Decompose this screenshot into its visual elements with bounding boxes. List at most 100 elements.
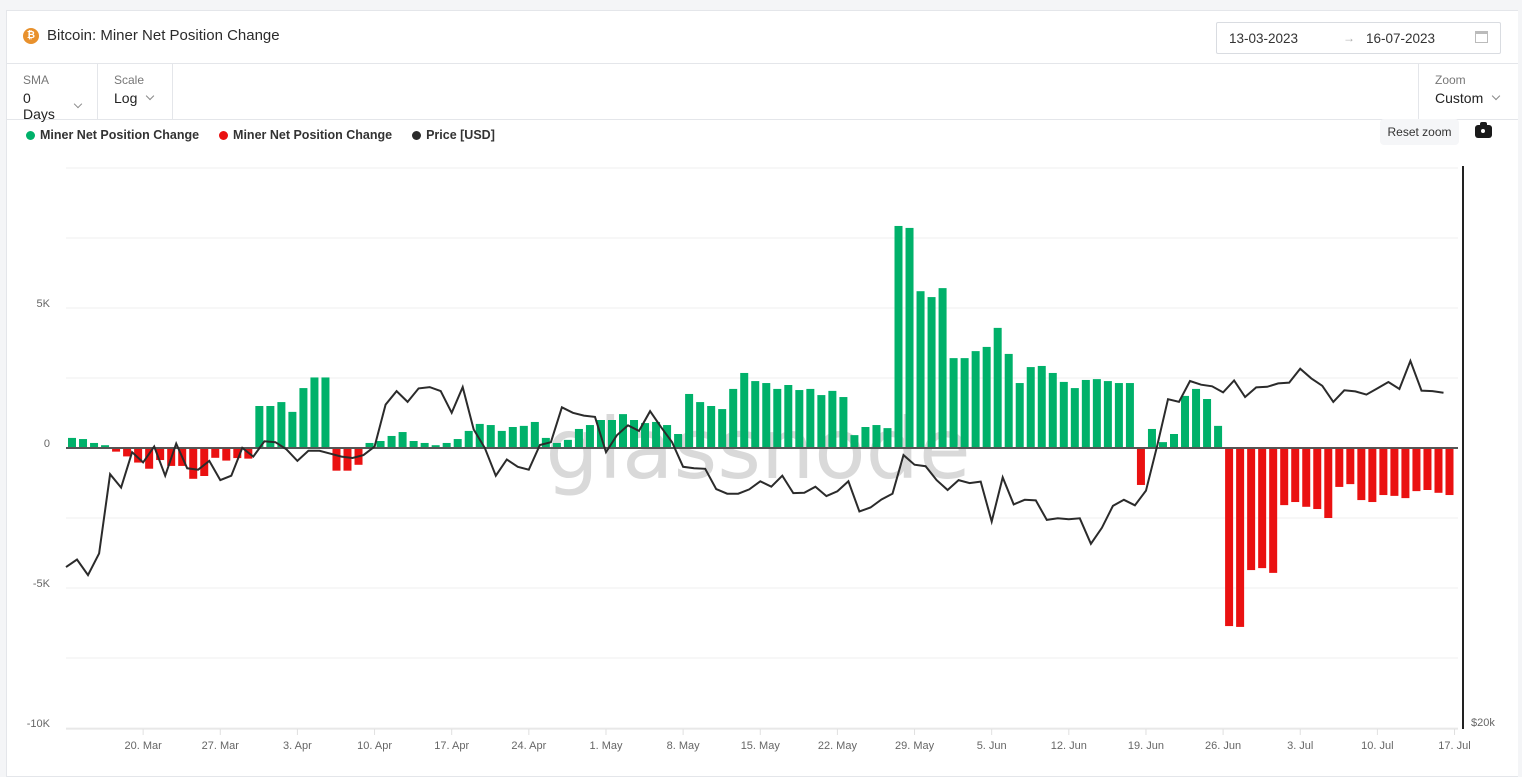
bar-positive[interactable] <box>1048 372 1057 448</box>
bar-positive[interactable] <box>839 397 848 448</box>
bar-positive[interactable] <box>630 420 639 448</box>
bar-positive[interactable] <box>1170 434 1178 448</box>
bar-negative[interactable] <box>1412 448 1421 492</box>
bar-negative[interactable] <box>332 448 341 471</box>
bar-positive[interactable] <box>850 435 859 448</box>
bar-positive[interactable] <box>806 388 815 448</box>
bar-positive[interactable] <box>1147 428 1156 448</box>
bar-positive[interactable] <box>729 388 738 448</box>
bar-positive[interactable] <box>674 434 683 448</box>
bar-positive[interactable] <box>1214 425 1223 448</box>
bar-positive[interactable] <box>310 377 319 448</box>
bar-positive[interactable] <box>68 437 76 448</box>
bar-negative[interactable] <box>1445 448 1454 496</box>
bar-negative[interactable] <box>1379 448 1388 496</box>
bar-positive[interactable] <box>464 430 473 448</box>
bar-positive[interactable] <box>993 327 1002 448</box>
bar-positive[interactable] <box>1114 383 1123 448</box>
bar-positive[interactable] <box>409 441 418 448</box>
bar-negative[interactable] <box>1324 448 1333 518</box>
bar-negative[interactable] <box>343 448 352 471</box>
bar-positive[interactable] <box>894 225 903 448</box>
bar-positive[interactable] <box>707 406 716 448</box>
bar-negative[interactable] <box>1258 448 1267 569</box>
bar-negative[interactable] <box>1291 448 1300 503</box>
bar-positive[interactable] <box>508 427 517 448</box>
bar-positive[interactable] <box>949 358 958 448</box>
bar-positive[interactable] <box>1081 379 1090 448</box>
bar-positive[interactable] <box>1192 388 1201 448</box>
bar-negative[interactable] <box>123 448 132 457</box>
bar-positive[interactable] <box>718 409 727 448</box>
bar-positive[interactable] <box>1026 367 1035 448</box>
bar-positive[interactable] <box>277 402 286 448</box>
bar-positive[interactable] <box>398 432 407 448</box>
bar-positive[interactable] <box>1103 381 1112 448</box>
bar-positive[interactable] <box>574 428 583 448</box>
bar-positive[interactable] <box>299 388 308 448</box>
bar-positive[interactable] <box>1125 383 1134 448</box>
bar-positive[interactable] <box>927 297 936 448</box>
bar-positive[interactable] <box>685 393 694 448</box>
bar-positive[interactable] <box>1181 395 1190 448</box>
bar-negative[interactable] <box>211 448 220 458</box>
bar-positive[interactable] <box>497 430 506 448</box>
bar-positive[interactable] <box>79 439 88 448</box>
bar-negative[interactable] <box>1434 448 1443 493</box>
bar-negative[interactable] <box>1236 448 1245 627</box>
bar-positive[interactable] <box>519 425 528 448</box>
bar-positive[interactable] <box>255 406 264 448</box>
bar-positive[interactable] <box>773 388 782 448</box>
bar-negative[interactable] <box>1346 448 1355 485</box>
bar-positive[interactable] <box>652 421 661 448</box>
bar-positive[interactable] <box>905 227 914 448</box>
bar-positive[interactable] <box>585 425 594 448</box>
bar-positive[interactable] <box>321 377 330 448</box>
bar-positive[interactable] <box>288 411 297 448</box>
bar-positive[interactable] <box>1037 365 1046 448</box>
bar-positive[interactable] <box>971 351 980 448</box>
bar-positive[interactable] <box>883 428 892 448</box>
bar-positive[interactable] <box>938 288 947 448</box>
bar-positive[interactable] <box>982 346 991 448</box>
bar-positive[interactable] <box>762 383 771 448</box>
chart-plot[interactable]: glassnode 5K0-5K-10K 20. Mar27. Mar3. Ap… <box>0 0 1522 777</box>
bar-positive[interactable] <box>1015 383 1024 448</box>
bar-positive[interactable] <box>1059 381 1068 448</box>
bar-negative[interactable] <box>1269 448 1278 573</box>
bar-positive[interactable] <box>861 427 870 448</box>
bar-negative[interactable] <box>1401 448 1410 499</box>
bar-positive[interactable] <box>387 435 396 448</box>
bar-positive[interactable] <box>1092 379 1101 448</box>
bar-positive[interactable] <box>1004 353 1013 448</box>
bar-positive[interactable] <box>563 439 572 448</box>
bar-positive[interactable] <box>486 425 495 448</box>
bar-negative[interactable] <box>1136 448 1145 485</box>
bar-negative[interactable] <box>1302 448 1311 507</box>
bar-positive[interactable] <box>960 358 969 448</box>
bar-positive[interactable] <box>916 291 925 448</box>
bar-negative[interactable] <box>1423 448 1432 490</box>
bar-negative[interactable] <box>1357 448 1366 501</box>
bar-positive[interactable] <box>784 385 793 448</box>
bar-negative[interactable] <box>222 448 231 461</box>
bar-positive[interactable] <box>696 402 705 448</box>
bar-negative[interactable] <box>1225 448 1234 627</box>
bar-positive[interactable] <box>376 441 385 448</box>
bar-negative[interactable] <box>1390 448 1399 496</box>
bar-negative[interactable] <box>1313 448 1322 510</box>
bar-positive[interactable] <box>1070 388 1079 448</box>
bar-positive[interactable] <box>872 425 881 448</box>
bar-negative[interactable] <box>189 448 198 479</box>
bar-positive[interactable] <box>740 372 749 448</box>
bar-positive[interactable] <box>817 395 826 448</box>
bar-positive[interactable] <box>1203 399 1212 448</box>
bar-positive[interactable] <box>795 390 804 448</box>
bar-negative[interactable] <box>1280 448 1289 506</box>
bar-positive[interactable] <box>828 390 837 448</box>
bar-positive[interactable] <box>751 381 760 448</box>
bar-positive[interactable] <box>453 439 462 448</box>
bar-negative[interactable] <box>1335 448 1344 487</box>
bar-positive[interactable] <box>530 421 539 448</box>
bar-negative[interactable] <box>1368 448 1377 503</box>
